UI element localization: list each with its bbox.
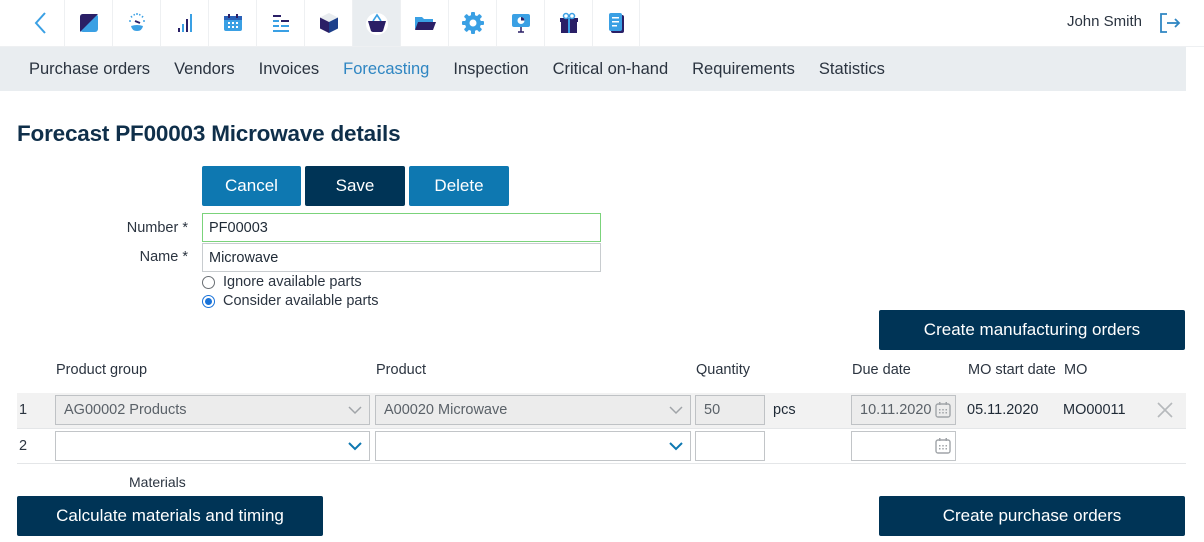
row-number: 1	[19, 402, 28, 418]
due-date-value: 10.11.2020	[860, 402, 932, 418]
due-date-field: 10.11.2020	[851, 395, 956, 425]
header-due-date: Due date	[852, 362, 911, 378]
module-tab-documents[interactable]	[592, 0, 640, 46]
nav-requirements[interactable]: Requirements	[692, 60, 795, 79]
product-group-value: AG00002 Products	[64, 402, 187, 418]
module-tab-dashboard[interactable]	[64, 0, 112, 46]
radio-ignore-available-parts[interactable]: Ignore available parts	[202, 274, 362, 290]
section-nav: Purchase orders Vendors Invoices Forecas…	[0, 47, 1186, 91]
chevron-down-icon	[348, 406, 362, 415]
number-label: Number *	[126, 220, 188, 236]
quantity-field[interactable]	[695, 431, 765, 461]
module-tab-promotions[interactable]	[544, 0, 592, 46]
top-icon-bar: John Smith	[0, 0, 1204, 47]
mo-start-date-value: 05.11.2020	[967, 402, 1039, 418]
product-select: A00020 Microwave	[375, 395, 691, 425]
back-button[interactable]	[18, 0, 64, 46]
gantt-icon	[272, 15, 289, 32]
document-icon	[609, 13, 624, 33]
cancel-button[interactable]: Cancel	[202, 166, 301, 206]
module-tab-reports[interactable]	[496, 0, 544, 46]
row-number: 2	[19, 438, 28, 454]
name-label: Name *	[139, 249, 188, 265]
create-purchase-orders-button[interactable]: Create purchase orders	[879, 496, 1185, 536]
unit-label: pcs	[773, 402, 796, 418]
calculate-materials-button[interactable]: Calculate materials and timing	[17, 496, 323, 536]
module-tab-planning[interactable]	[256, 0, 304, 46]
mo-link[interactable]: MO00011	[1063, 402, 1126, 418]
module-tab-statistics[interactable]	[160, 0, 208, 46]
nav-purchase-orders[interactable]: Purchase orders	[29, 60, 150, 79]
chevron-left-icon	[34, 12, 46, 34]
nav-inspection[interactable]: Inspection	[453, 60, 528, 79]
module-tabs	[64, 0, 640, 46]
page-title: Forecast PF00003 Microwave details	[17, 121, 401, 146]
remove-row-icon[interactable]	[1156, 401, 1174, 419]
dashboard-icon	[79, 14, 98, 32]
chevron-down-icon	[348, 442, 362, 451]
calendar-icon[interactable]	[934, 437, 952, 455]
name-field[interactable]: Microwave	[202, 243, 601, 272]
signal-bars-icon	[177, 14, 192, 32]
chevron-down-icon	[669, 406, 683, 415]
chevron-down-icon	[669, 442, 683, 451]
module-tab-purchasing[interactable]	[352, 0, 400, 46]
logout-icon[interactable]	[1158, 11, 1182, 35]
module-tab-gauge[interactable]	[112, 0, 160, 46]
create-manufacturing-orders-button[interactable]: Create manufacturing orders	[879, 310, 1185, 350]
box-icon	[319, 13, 338, 33]
header-mo: MO	[1064, 362, 1088, 378]
quantity-value: 50	[704, 402, 721, 418]
user-name[interactable]: John Smith	[1067, 13, 1142, 30]
header-product-group: Product group	[56, 362, 148, 378]
calendar-icon	[935, 402, 951, 418]
header-quantity: Quantity	[696, 362, 750, 378]
save-button[interactable]: Save	[305, 166, 405, 206]
module-tab-products[interactable]	[304, 0, 352, 46]
nav-vendors[interactable]: Vendors	[174, 60, 235, 79]
number-field[interactable]: PF00003	[202, 213, 601, 242]
nav-invoices[interactable]: Invoices	[259, 60, 320, 79]
nav-statistics[interactable]: Statistics	[819, 60, 885, 79]
gauge-icon	[128, 13, 145, 31]
table-row: 1 AG00002 Products A00020 Microwave 50 p…	[17, 393, 1186, 429]
due-date-field[interactable]	[851, 431, 956, 461]
radio-label: Ignore available parts	[223, 274, 362, 290]
module-tab-settings[interactable]	[448, 0, 496, 46]
radio-label: Consider available parts	[223, 293, 379, 309]
product-select[interactable]	[375, 431, 691, 461]
gift-icon	[559, 12, 578, 33]
product-value: A00020 Microwave	[384, 402, 508, 418]
presentation-icon	[511, 14, 530, 33]
radio-consider-available-parts[interactable]: Consider available parts	[202, 293, 379, 309]
module-tab-calendar[interactable]	[208, 0, 256, 46]
quantity-field: 50	[695, 395, 765, 425]
nav-forecasting[interactable]: Forecasting	[343, 60, 429, 79]
header-product: Product	[376, 362, 426, 378]
table-row: 2	[17, 429, 1186, 464]
radio-button[interactable]	[202, 275, 215, 289]
nav-critical-on-hand[interactable]: Critical on-hand	[553, 60, 669, 79]
product-group-select[interactable]	[55, 431, 370, 461]
gear-icon	[461, 12, 484, 34]
radio-button[interactable]	[202, 294, 215, 308]
product-group-select: AG00002 Products	[55, 395, 370, 425]
materials-label: Materials	[129, 474, 186, 490]
module-tab-files[interactable]	[400, 0, 448, 46]
basket-icon	[365, 13, 388, 35]
delete-button[interactable]: Delete	[409, 166, 509, 206]
header-mo-start-date: MO start date	[968, 362, 1056, 378]
folder-icon	[414, 17, 436, 30]
calendar-icon	[223, 14, 242, 31]
